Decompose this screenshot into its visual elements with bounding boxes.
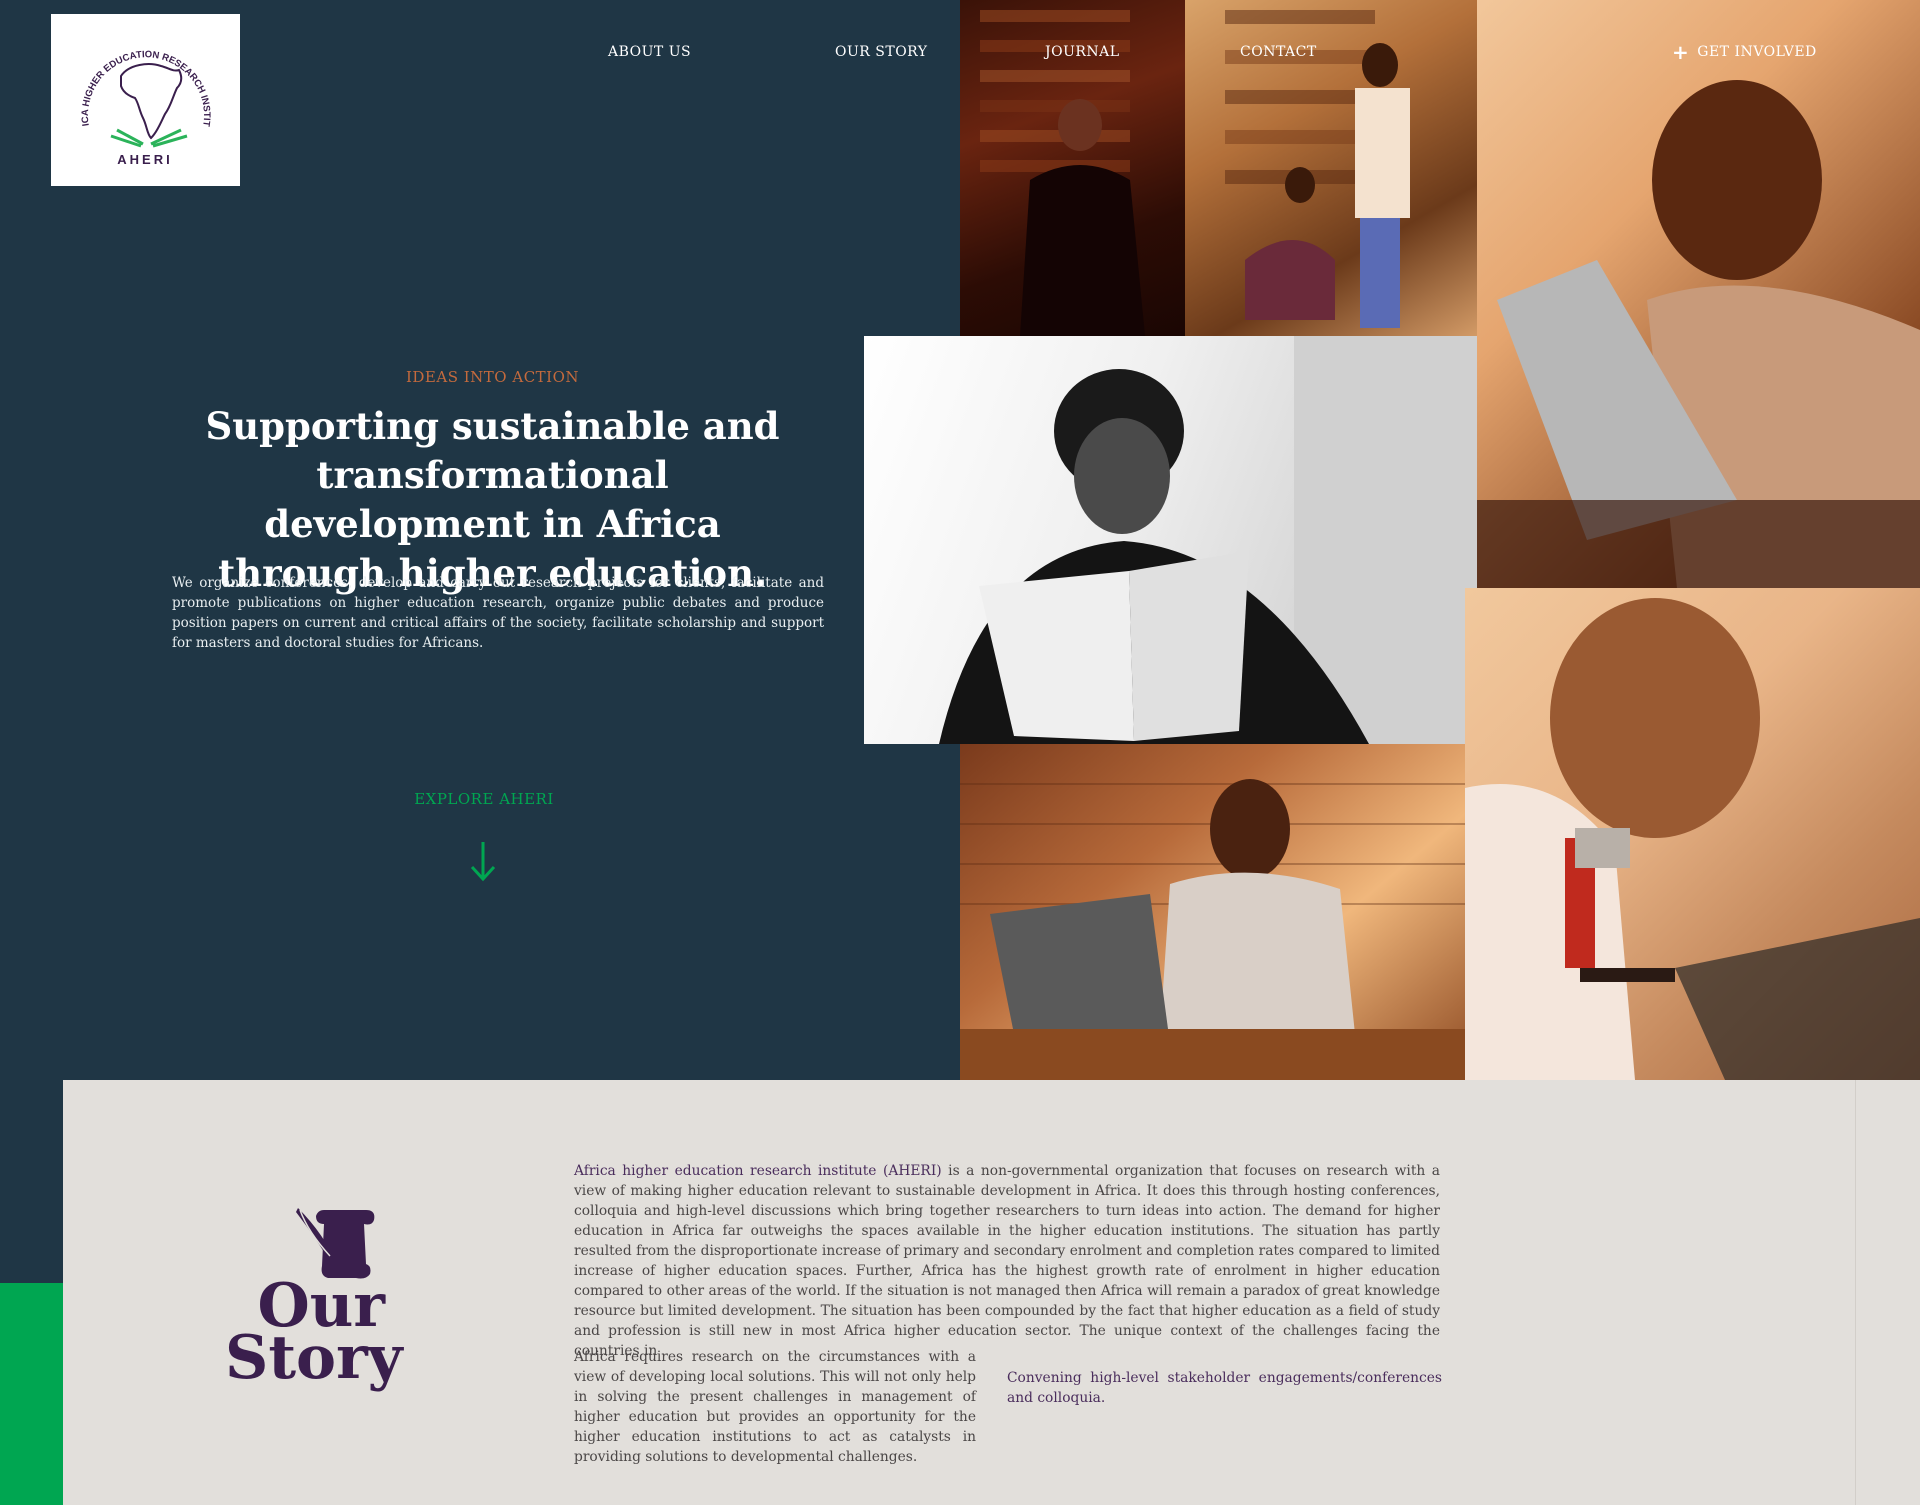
our-story-title: Our Story — [225, 1276, 403, 1393]
photo-student-with-microscope — [1465, 588, 1920, 1080]
get-involved-button[interactable]: + GET INVOLVED — [1672, 40, 1817, 64]
get-involved-label: GET INVOLVED — [1697, 44, 1817, 60]
nav-journal[interactable]: JOURNAL — [1045, 44, 1120, 60]
hero-intro: We organize conferences, develop and car… — [172, 575, 824, 651]
aheri-logo[interactable]: AFRICA HIGHER EDUCATION RESEARCH INSTITU… — [51, 14, 240, 186]
photo-man-on-laptop — [960, 744, 1465, 1080]
nav-our-story[interactable]: OUR STORY — [835, 44, 928, 60]
aheri-full-name: Africa higher education research institu… — [574, 1163, 942, 1179]
photo-woman-reading-book — [864, 336, 1477, 744]
plus-icon: + — [1672, 40, 1690, 64]
nav-about-us[interactable]: ABOUT US — [608, 44, 691, 60]
story-title-line2: Story — [225, 1323, 403, 1393]
story-intro-paragraph: Africa higher education research institu… — [574, 1161, 1440, 1361]
hero-kicker: IDEAS INTO ACTION — [405, 368, 580, 386]
story-left-column: Africa requires research on the circumst… — [574, 1349, 976, 1465]
story-body-text: is a non-governmental organization that … — [574, 1163, 1441, 1359]
hero-headline: Supporting sustainable and transformatio… — [205, 404, 780, 595]
story-right-column: Convening high-level stakeholder engagem… — [1007, 1370, 1442, 1406]
logo-wordmark: AHERI — [117, 152, 172, 167]
africa-map-logo-icon: AFRICA HIGHER EDUCATION RESEARCH INSTITU… — [51, 14, 212, 167]
nav-contact[interactable]: CONTACT — [1240, 44, 1317, 60]
svg-text:AFRICA HIGHER EDUCATION RESEAR: AFRICA HIGHER EDUCATION RESEARCH INSTITU… — [51, 14, 212, 127]
arrow-down-icon[interactable] — [467, 838, 499, 884]
logo-arc-text: AFRICA HIGHER EDUCATION RESEARCH INSTITU… — [51, 14, 212, 127]
green-accent-bar — [0, 1283, 63, 1505]
panel-divider — [1855, 1080, 1856, 1505]
main-nav: ABOUT US OUR STORY JOURNAL CONTACT + GET… — [0, 40, 1920, 64]
photo-student-with-laptop — [1477, 0, 1920, 588]
explore-aheri-link[interactable]: EXPLORE AHERI — [0, 790, 968, 808]
